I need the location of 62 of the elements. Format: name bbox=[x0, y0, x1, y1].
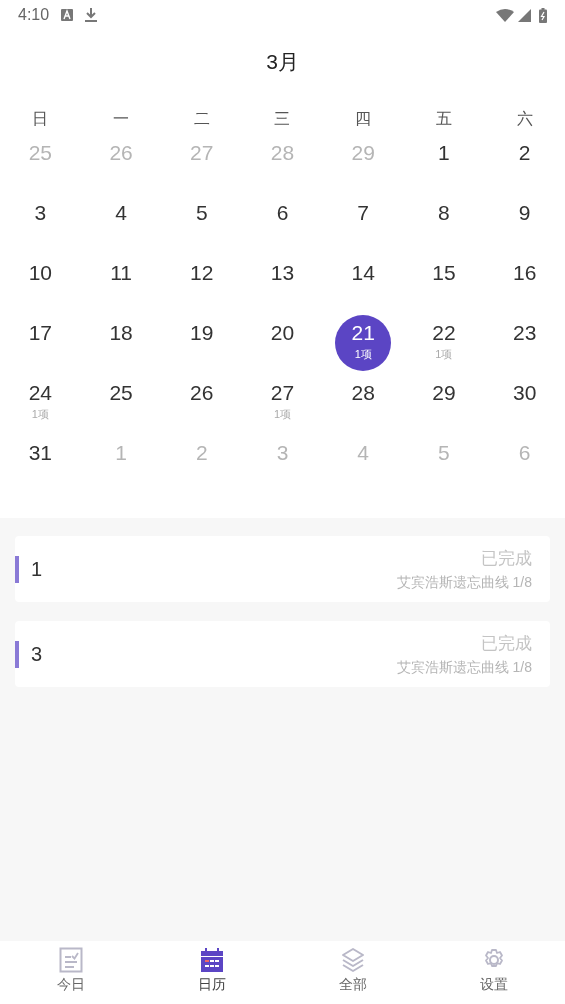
weekday-label: 五 bbox=[435, 109, 452, 129]
calendar-day[interactable]: 1 bbox=[415, 135, 472, 191]
layers-icon bbox=[341, 947, 366, 973]
calendar-day[interactable]: 7 bbox=[335, 195, 392, 251]
calendar-day[interactable]: 31 bbox=[12, 435, 69, 491]
weekday-label: 二 bbox=[193, 109, 210, 129]
nav-tab[interactable]: 今日 bbox=[0, 941, 142, 1004]
checklist-icon bbox=[58, 947, 83, 973]
download-icon bbox=[85, 8, 98, 22]
weekday-label: 六 bbox=[516, 109, 533, 129]
calendar-day[interactable]: 8 bbox=[415, 195, 472, 251]
weekday-label: 日 bbox=[32, 109, 49, 129]
signal-icon bbox=[518, 8, 531, 22]
keyboard-notification-icon bbox=[61, 9, 74, 21]
calendar-day[interactable]: 19 bbox=[173, 315, 230, 371]
calendar-day[interactable]: 9 bbox=[496, 195, 553, 251]
weekday-label: 三 bbox=[274, 109, 291, 129]
nav-tab[interactable]: 全部 bbox=[282, 941, 424, 1004]
calendar-day[interactable]: 3 bbox=[12, 195, 69, 251]
calendar-day[interactable]: 2 bbox=[496, 135, 553, 191]
wifi-icon bbox=[496, 8, 514, 22]
task-card[interactable]: 1 已完成 艾宾浩斯遗忘曲线 1/8 bbox=[15, 536, 550, 602]
calendar-day[interactable]: 17 bbox=[12, 315, 69, 371]
calendar-day[interactable]: 14 bbox=[335, 255, 392, 311]
calendar-day[interactable]: 30 bbox=[496, 375, 553, 431]
task-schedule: 艾宾浩斯遗忘曲线 1/8 bbox=[396, 573, 532, 592]
calendar-day[interactable]: 22 1项 bbox=[415, 315, 472, 371]
nav-tab[interactable]: 日历 bbox=[141, 941, 283, 1004]
calendar-day[interactable]: 23 bbox=[496, 315, 553, 371]
status-time: 4:10 bbox=[18, 6, 50, 24]
nav-tab[interactable]: 设置 bbox=[423, 941, 565, 1004]
calendar-day[interactable]: 18 bbox=[93, 315, 150, 371]
calendar-day[interactable]: 13 bbox=[254, 255, 311, 311]
calendar-day[interactable]: 24 1项 bbox=[12, 375, 69, 431]
calendar-day[interactable]: 20 bbox=[254, 315, 311, 371]
weekday-label: 四 bbox=[355, 109, 372, 129]
calendar-day[interactable]: 28 bbox=[335, 375, 392, 431]
accent-bar bbox=[15, 640, 19, 668]
task-status: 已完成 bbox=[481, 547, 532, 570]
calendar-day[interactable]: 11 bbox=[93, 255, 150, 311]
calendar-icon bbox=[199, 947, 224, 973]
calendar-day[interactable]: 12 bbox=[173, 255, 230, 311]
accent-bar bbox=[15, 555, 19, 583]
weekday-label: 一 bbox=[113, 109, 130, 129]
task-card[interactable]: 3 已完成 艾宾浩斯遗忘曲线 1/8 bbox=[15, 621, 550, 687]
calendar-day[interactable]: 15 bbox=[415, 255, 472, 311]
calendar-day[interactable]: 27 1项 bbox=[254, 375, 311, 431]
calendar-day[interactable]: 5 bbox=[173, 195, 230, 251]
calendar-day[interactable]: 29 bbox=[415, 375, 472, 431]
calendar-day[interactable]: 10 bbox=[12, 255, 69, 311]
calendar-day[interactable]: 6 bbox=[254, 195, 311, 251]
calendar-day[interactable]: 26 bbox=[173, 375, 230, 431]
task-schedule: 艾宾浩斯遗忘曲线 1/8 bbox=[396, 658, 532, 677]
task-status: 已完成 bbox=[481, 632, 532, 655]
calendar-day[interactable]: 25 bbox=[93, 375, 150, 431]
task-title: 1 bbox=[31, 557, 43, 581]
battery-icon bbox=[539, 7, 547, 23]
task-title: 3 bbox=[31, 642, 43, 666]
month-title: 3月 bbox=[266, 49, 299, 75]
calendar-day[interactable]: 4 bbox=[93, 195, 150, 251]
calendar-day[interactable]: 21 1项 bbox=[335, 315, 392, 371]
calendar-day[interactable]: 16 bbox=[496, 255, 553, 311]
